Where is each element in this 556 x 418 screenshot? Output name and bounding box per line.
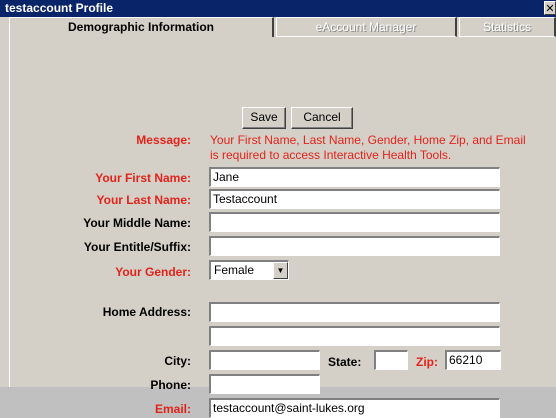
home-address-line2-field[interactable] [209,326,500,346]
message-text: Your First Name, Last Name, Gender, Home… [210,133,526,162]
phone-label: Phone: [150,378,191,392]
tab-eaccount-manager[interactable]: eAccount Manager [276,17,457,37]
last-name-label: Your Last Name: [96,193,191,207]
tab-statistics[interactable]: Statistics [459,17,556,37]
phone-field[interactable] [209,374,320,394]
last-name-field[interactable]: Testaccount [209,189,500,209]
email-label: Email: [154,402,191,416]
zip-field[interactable]: 66210 [445,350,501,370]
home-address-line1-field[interactable] [209,302,500,322]
city-field[interactable] [209,350,320,370]
suffix-field[interactable] [209,236,500,256]
middle-name-field[interactable] [209,212,500,232]
state-label: State: [328,355,362,369]
suffix-label: Your Entitle/Suffix: [83,240,191,254]
dropdown-arrow-icon[interactable]: ▼ [273,262,288,279]
tab-demographic-information[interactable]: Demographic Information [9,17,274,37]
home-address-label: Home Address: [102,305,191,319]
zip-label: Zip: [416,355,438,369]
save-button[interactable]: Save [242,107,286,129]
gender-selected-value: Female [214,263,255,277]
middle-name-label: Your Middle Name: [83,216,191,230]
profile-window: testaccount Profile ✕ Demographic Inform… [0,0,556,418]
form-panel: Save Cancel Message: Your First Name, La… [9,37,556,418]
first-name-field[interactable]: Jane [209,167,500,187]
first-name-label: Your First Name: [95,171,191,185]
cancel-button[interactable]: Cancel [291,107,353,129]
window-title: testaccount Profile [5,1,114,15]
gender-label: Your Gender: [115,265,191,279]
gender-select[interactable]: Female ▼ [209,260,289,280]
city-label: City: [164,354,191,368]
close-icon[interactable]: ✕ [544,1,556,15]
message-label: Message: [136,133,191,147]
title-bar: testaccount Profile ✕ [0,0,556,17]
tab-bar: Demographic Information eAccount Manager… [0,17,556,37]
email-field[interactable]: testaccount@saint-lukes.org [209,398,500,418]
state-field[interactable] [374,350,408,370]
